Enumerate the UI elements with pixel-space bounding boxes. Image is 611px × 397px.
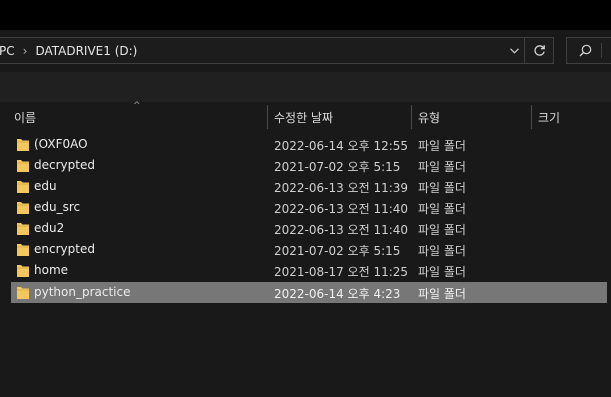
breadcrumb-separator-icon: › [22,43,28,58]
file-type: 파일 폴더 [418,223,466,237]
file-name: edu [34,179,57,193]
folder-icon [17,202,29,214]
search-input[interactable] [566,37,611,64]
folder-icon [17,160,29,172]
file-name: edu_src [34,200,81,214]
address-row: PC › DATADRIVE1 (D:) [0,30,611,72]
file-row[interactable]: edu2 2022-06-13 오전 11:40 파일 폴더 [11,218,607,239]
folder-icon [17,139,29,151]
file-row[interactable]: decrypted 2021-07-02 오후 5:15 파일 폴더 [11,155,607,176]
file-date: 2022-06-13 오전 11:40 [274,202,409,216]
column-divider[interactable] [267,105,268,129]
column-divider[interactable] [531,105,532,129]
folder-icon [17,287,29,299]
file-date: 2022-06-14 오후 12:55 [274,139,409,153]
file-row[interactable]: encrypted 2021-07-02 오후 5:15 파일 폴더 [11,239,607,260]
command-bar [0,72,611,102]
file-row[interactable]: edu_src 2022-06-13 오전 11:40 파일 폴더 [11,197,607,218]
title-bar [0,0,611,30]
file-row-selected[interactable]: python_practice 2022-06-14 오후 4:23 파일 폴더 [11,282,607,303]
chevron-down-icon[interactable] [505,38,523,63]
file-row[interactable]: home 2021-08-17 오전 11:25 파일 폴더 [11,260,607,281]
file-name: decrypted [34,158,95,172]
file-type: 파일 폴더 [418,287,466,301]
column-header-date[interactable]: 수정한 날짜 [274,109,333,126]
column-header-type[interactable]: 유형 [418,109,440,126]
file-date: 2021-08-17 오전 11:25 [274,265,409,279]
file-type: 파일 폴더 [418,202,466,216]
file-row[interactable]: (OXF0AO 2022-06-14 오후 12:55 파일 폴더 [11,134,607,155]
file-date: 2021-07-02 오후 5:15 [274,160,401,174]
sort-ascending-icon: ^ [133,101,141,111]
column-header-size[interactable]: 크기 [538,109,560,126]
column-header-name[interactable]: 이름 [14,109,36,126]
folder-icon [17,223,29,235]
file-name: python_practice [34,285,131,299]
breadcrumb-drive[interactable]: DATADRIVE1 (D:) [35,44,137,58]
search-icon [579,44,592,57]
refresh-icon [533,45,545,56]
folder-icon [17,181,29,193]
folder-icon [17,265,29,277]
file-row[interactable]: edu 2022-06-13 오전 11:39 파일 폴더 [11,176,607,197]
breadcrumb-pc[interactable]: PC [0,44,15,58]
column-divider[interactable] [411,105,412,129]
column-header: 이름 ^ 수정한 날짜 유형 크기 [0,101,611,132]
file-name: edu2 [34,221,65,235]
file-type: 파일 폴더 [418,160,466,174]
refresh-button[interactable] [524,38,553,63]
file-name: home [34,263,69,277]
file-date: 2022-06-13 오전 11:39 [274,181,409,195]
address-bar[interactable]: PC › DATADRIVE1 (D:) [0,37,554,64]
file-date: 2022-06-13 오전 11:40 [274,223,409,237]
file-type: 파일 폴더 [418,139,466,153]
file-name: encrypted [34,242,95,256]
file-type: 파일 폴더 [418,265,466,279]
file-type: 파일 폴더 [418,244,466,258]
file-name: (OXF0AO [34,137,88,151]
file-date: 2022-06-14 오후 4:23 [274,287,401,301]
file-type: 파일 폴더 [418,181,466,195]
search-divider [601,43,602,58]
folder-icon [17,244,29,256]
file-date: 2021-07-02 오후 5:15 [274,244,401,258]
